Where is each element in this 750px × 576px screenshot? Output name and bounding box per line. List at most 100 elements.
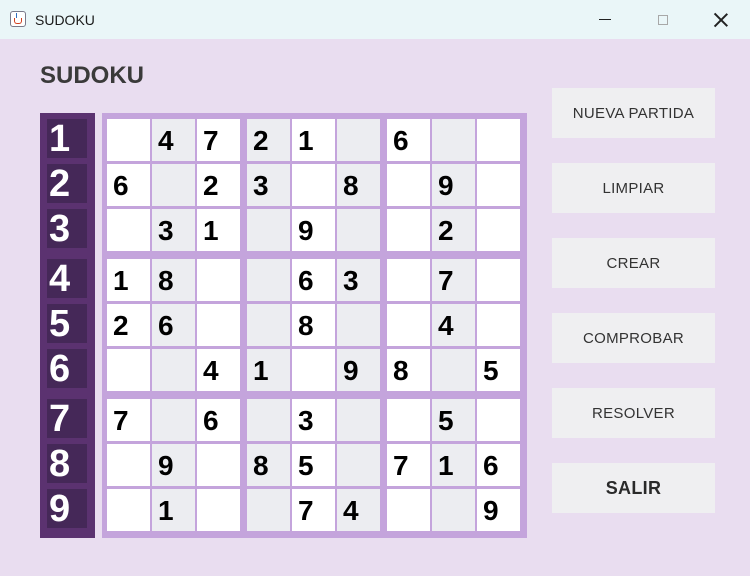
minimize-icon xyxy=(599,19,611,20)
sudoku-cell[interactable] xyxy=(247,304,290,346)
sudoku-cell[interactable] xyxy=(337,209,380,251)
sudoku-cell[interactable] xyxy=(107,209,150,251)
sudoku-cell[interactable]: 1 xyxy=(107,259,150,301)
sudoku-cell[interactable] xyxy=(387,259,430,301)
sudoku-cell[interactable]: 6 xyxy=(387,119,430,161)
row-number-panel: 1 2 3 4 5 6 7 8 9 xyxy=(40,113,95,538)
sudoku-cell[interactable] xyxy=(197,444,240,486)
sudoku-cell[interactable]: 2 xyxy=(247,119,290,161)
sudoku-cell[interactable] xyxy=(247,399,290,441)
sudoku-cell[interactable] xyxy=(152,349,195,391)
sudoku-cell[interactable] xyxy=(107,119,150,161)
sudoku-cell[interactable]: 5 xyxy=(292,444,335,486)
row-number-label: 7 xyxy=(47,399,87,439)
sudoku-cell[interactable]: 7 xyxy=(432,259,475,301)
sudoku-cell[interactable]: 6 xyxy=(197,399,240,441)
sudoku-cell[interactable] xyxy=(387,304,430,346)
sudoku-cell[interactable]: 6 xyxy=(107,164,150,206)
sudoku-cell[interactable]: 5 xyxy=(477,349,520,391)
sudoku-cell[interactable]: 3 xyxy=(292,399,335,441)
sudoku-cell[interactable]: 4 xyxy=(432,304,475,346)
sudoku-cell[interactable] xyxy=(197,259,240,301)
sudoku-cell[interactable]: 6 xyxy=(152,304,195,346)
row-number-label: 1 xyxy=(47,119,87,159)
sudoku-cell[interactable]: 8 xyxy=(387,349,430,391)
sudoku-cell[interactable] xyxy=(247,209,290,251)
sudoku-cell[interactable]: 9 xyxy=(152,444,195,486)
row-number-label: 5 xyxy=(47,304,87,344)
sudoku-cell[interactable]: 8 xyxy=(292,304,335,346)
sudoku-cell[interactable]: 4 xyxy=(337,489,380,531)
sudoku-cell[interactable] xyxy=(337,399,380,441)
sudoku-cell[interactable] xyxy=(197,489,240,531)
sudoku-cell[interactable]: 7 xyxy=(197,119,240,161)
sudoku-cell[interactable]: 3 xyxy=(337,259,380,301)
sudoku-cell[interactable]: 2 xyxy=(107,304,150,346)
sudoku-cell[interactable]: 3 xyxy=(152,209,195,251)
sudoku-cell[interactable] xyxy=(247,489,290,531)
sudoku-cell[interactable]: 8 xyxy=(152,259,195,301)
sudoku-cell[interactable] xyxy=(432,119,475,161)
sudoku-cell[interactable]: 9 xyxy=(292,209,335,251)
page-title: SUDOKU xyxy=(40,62,145,89)
sudoku-cell[interactable]: 2 xyxy=(197,164,240,206)
sudoku-cell[interactable] xyxy=(152,164,195,206)
sudoku-cell[interactable] xyxy=(387,209,430,251)
sudoku-cell[interactable]: 6 xyxy=(477,444,520,486)
maximize-button[interactable] xyxy=(634,0,692,39)
sudoku-cell[interactable]: 3 xyxy=(247,164,290,206)
sudoku-cell[interactable]: 1 xyxy=(247,349,290,391)
new-game-button[interactable]: NUEVA PARTIDA xyxy=(552,88,715,138)
sudoku-cell[interactable]: 7 xyxy=(292,489,335,531)
row-number-label: 6 xyxy=(47,349,87,389)
row-number-label: 9 xyxy=(47,489,87,529)
sudoku-cell[interactable]: 9 xyxy=(337,349,380,391)
check-button[interactable]: COMPROBAR xyxy=(552,313,715,363)
sudoku-cell[interactable] xyxy=(152,399,195,441)
clear-button[interactable]: LIMPIAR xyxy=(552,163,715,213)
sudoku-cell[interactable] xyxy=(247,259,290,301)
sudoku-cell[interactable]: 7 xyxy=(387,444,430,486)
sudoku-cell[interactable]: 7 xyxy=(107,399,150,441)
sudoku-cell[interactable] xyxy=(337,119,380,161)
sudoku-cell[interactable]: 1 xyxy=(292,119,335,161)
create-button[interactable]: CREAR xyxy=(552,238,715,288)
sudoku-cell[interactable]: 8 xyxy=(247,444,290,486)
sudoku-cell[interactable]: 4 xyxy=(197,349,240,391)
sudoku-cell[interactable] xyxy=(477,164,520,206)
sudoku-cell[interactable] xyxy=(387,489,430,531)
sudoku-cell[interactable] xyxy=(337,304,380,346)
sudoku-cell[interactable] xyxy=(292,164,335,206)
sudoku-cell[interactable] xyxy=(107,349,150,391)
sudoku-cell[interactable] xyxy=(337,444,380,486)
sudoku-cell[interactable] xyxy=(432,489,475,531)
sudoku-cell[interactable] xyxy=(477,259,520,301)
sudoku-cell[interactable]: 2 xyxy=(432,209,475,251)
minimize-button[interactable] xyxy=(576,0,634,39)
exit-button[interactable]: SALIR xyxy=(552,463,715,513)
java-icon[interactable] xyxy=(10,11,26,27)
sudoku-cell[interactable]: 1 xyxy=(197,209,240,251)
close-button[interactable] xyxy=(692,0,750,39)
sudoku-cell[interactable] xyxy=(197,304,240,346)
sudoku-cell[interactable]: 9 xyxy=(432,164,475,206)
sudoku-cell[interactable]: 1 xyxy=(432,444,475,486)
sudoku-cell[interactable] xyxy=(292,349,335,391)
solve-button[interactable]: RESOLVER xyxy=(552,388,715,438)
sudoku-cell[interactable]: 1 xyxy=(152,489,195,531)
sudoku-cell[interactable]: 6 xyxy=(292,259,335,301)
sudoku-cell[interactable]: 5 xyxy=(432,399,475,441)
sudoku-cell[interactable] xyxy=(477,304,520,346)
sudoku-cell[interactable]: 4 xyxy=(152,119,195,161)
sudoku-cell[interactable]: 8 xyxy=(337,164,380,206)
maximize-icon xyxy=(658,14,668,25)
sudoku-cell[interactable] xyxy=(477,209,520,251)
sudoku-cell[interactable] xyxy=(387,399,430,441)
sudoku-cell[interactable] xyxy=(477,119,520,161)
sudoku-cell[interactable] xyxy=(107,444,150,486)
sudoku-cell[interactable] xyxy=(107,489,150,531)
sudoku-cell[interactable] xyxy=(387,164,430,206)
sudoku-cell[interactable]: 9 xyxy=(477,489,520,531)
sudoku-cell[interactable] xyxy=(432,349,475,391)
sudoku-cell[interactable] xyxy=(477,399,520,441)
